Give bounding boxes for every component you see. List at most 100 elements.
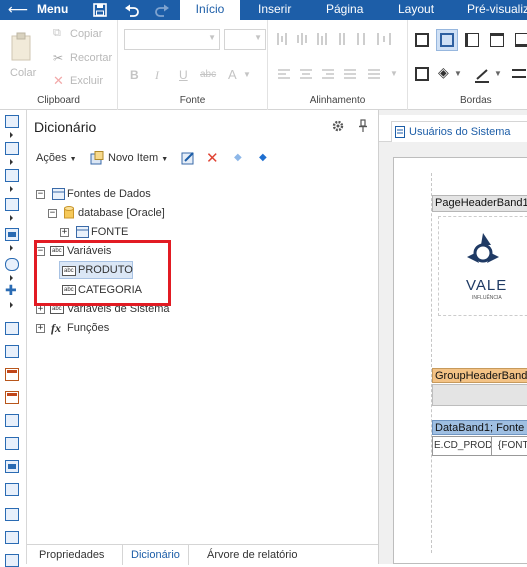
- font-size-select[interactable]: ▼: [224, 29, 266, 50]
- chevron-down-icon[interactable]: ▼: [454, 69, 462, 78]
- tab-inserir[interactable]: Inserir: [258, 0, 291, 20]
- shape-icon[interactable]: [5, 258, 19, 271]
- expand-arrow-icon[interactable]: [10, 302, 13, 308]
- text-component-icon[interactable]: [5, 198, 19, 211]
- font-group-label: Fonte: [179, 95, 206, 106]
- delete-icon[interactable]: ✕: [206, 149, 219, 167]
- expand-arrow-icon[interactable]: [10, 275, 13, 281]
- report-title-icon[interactable]: [5, 368, 19, 381]
- report-summary-icon[interactable]: [5, 391, 19, 404]
- edit-icon[interactable]: [181, 151, 195, 165]
- vertical-align-icons[interactable]: [274, 30, 402, 48]
- tab-report-tree[interactable]: Árvore de relatório: [207, 545, 298, 565]
- font-name-select[interactable]: ▼: [124, 29, 220, 50]
- redo-icon[interactable]: [154, 2, 170, 18]
- tab-layout[interactable]: Layout: [398, 0, 434, 20]
- puzzle-icon[interactable]: ✚: [5, 282, 17, 299]
- barcode-icon[interactable]: [5, 228, 19, 241]
- collapse-toggle-icon[interactable]: −: [48, 209, 57, 218]
- expand-arrow-icon[interactable]: [10, 159, 13, 165]
- dictionary-panel: Dicionário Ações ▼ Novo Item ▼ ✕ ◆ ◆ − F…: [27, 110, 378, 565]
- move-down-icon[interactable]: ◆: [259, 152, 267, 163]
- border-color-icon[interactable]: [474, 67, 490, 83]
- horizontal-align-icons[interactable]: [276, 68, 406, 82]
- alignment-group-label: Alinhamento: [309, 95, 366, 106]
- collapse-toggle-icon[interactable]: −: [36, 190, 45, 199]
- expand-toggle-icon[interactable]: +: [36, 324, 45, 333]
- expand-toggle-icon[interactable]: +: [36, 305, 45, 314]
- expand-arrow-icon[interactable]: [10, 215, 13, 221]
- page-header-icon[interactable]: [5, 414, 19, 427]
- data-cell[interactable]: E.CD_PROD: [434, 440, 492, 451]
- fill-color-icon[interactable]: ◈: [438, 64, 449, 81]
- font-color-icon[interactable]: A: [228, 67, 237, 82]
- group-header-icon[interactable]: [5, 460, 19, 473]
- expand-arrow-icon[interactable]: [10, 245, 13, 251]
- bold-icon[interactable]: B: [130, 68, 139, 82]
- paste-icon[interactable]: [10, 32, 34, 62]
- panel-title: Dicionário: [34, 119, 97, 135]
- band-label: GroupHeaderBand: [435, 370, 527, 382]
- report-page: PageHeaderBand1 VALE INFLUÊNCIA GroupHea…: [393, 157, 527, 564]
- page-icon[interactable]: [5, 322, 19, 335]
- underline-icon[interactable]: U: [179, 68, 188, 82]
- strikethrough-icon[interactable]: abc: [200, 69, 216, 80]
- chevron-down-icon[interactable]: ▼: [243, 70, 251, 79]
- tab-pagina[interactable]: Página: [326, 0, 363, 20]
- cut-button[interactable]: Recortar: [70, 52, 112, 64]
- logo-subtext: INFLUÊNCIA: [472, 295, 502, 301]
- chevron-down-icon[interactable]: ▼: [390, 69, 398, 78]
- band-icon[interactable]: [5, 115, 19, 128]
- tab-pre-visualizar[interactable]: Pré-visualiz: [467, 0, 527, 20]
- table-icon[interactable]: [5, 169, 19, 182]
- page-footer-icon[interactable]: [5, 437, 19, 450]
- logo-image[interactable]: VALE INFLUÊNCIA: [438, 216, 527, 316]
- delete-button[interactable]: Excluir: [70, 75, 103, 87]
- tree-label: database [Oracle]: [78, 207, 165, 219]
- gear-icon[interactable]: [332, 120, 344, 132]
- new-item-button[interactable]: Novo Item ▼: [108, 152, 168, 164]
- expand-toggle-icon[interactable]: +: [60, 228, 69, 237]
- menu-button[interactable]: Menu: [37, 0, 68, 20]
- border-style-icon[interactable]: [512, 67, 526, 81]
- chevron-down-icon[interactable]: ▼: [494, 69, 502, 78]
- expand-arrow-icon[interactable]: [10, 186, 13, 192]
- data-cell[interactable]: {FONT: [498, 440, 527, 451]
- image-icon[interactable]: [5, 531, 19, 544]
- tab-properties[interactable]: Propriedades: [39, 545, 104, 565]
- back-arrow-icon[interactable]: ⟵: [8, 0, 28, 20]
- highlight-box: [34, 240, 171, 306]
- border-top-icon[interactable]: [490, 33, 504, 47]
- clipboard-group: Colar ⧉ Copiar ✂ Recortar ✕ Excluir Clip…: [0, 20, 118, 110]
- border-all-icon[interactable]: [415, 33, 429, 47]
- actions-button[interactable]: Ações ▼: [36, 152, 77, 164]
- data-band-icon[interactable]: [5, 508, 19, 521]
- page-header-band[interactable]: PageHeaderBand1: [432, 195, 527, 212]
- border-left-icon[interactable]: [465, 33, 479, 47]
- border-bottom-icon[interactable]: [515, 33, 527, 47]
- tab-inicio[interactable]: Início: [180, 0, 240, 20]
- tab-label: Usuários do Sistema: [409, 126, 511, 138]
- child-band-icon[interactable]: [5, 554, 19, 567]
- italic-icon[interactable]: I: [155, 68, 159, 83]
- borders-group: ◈ ▼ ▼ Bordas: [408, 20, 527, 110]
- move-up-icon[interactable]: ◆: [234, 152, 242, 163]
- expand-arrow-icon[interactable]: [10, 132, 13, 138]
- undo-icon[interactable]: [124, 2, 140, 18]
- data-band[interactable]: DataBand1; Fonte: [432, 420, 527, 435]
- panel-tabs: Propriedades Dicionário Árvore de relató…: [27, 544, 378, 565]
- tab-dictionary[interactable]: Dicionário: [122, 545, 189, 565]
- border-selected[interactable]: [436, 29, 458, 51]
- border-none-icon[interactable]: [415, 67, 429, 81]
- function-icon: fx: [51, 321, 61, 335]
- tab-usuarios-do-sistema[interactable]: Usuários do Sistema: [391, 121, 527, 142]
- paste-button[interactable]: Colar: [10, 67, 36, 79]
- group-header-band[interactable]: GroupHeaderBand: [432, 368, 527, 383]
- cross-band-icon[interactable]: [5, 142, 19, 155]
- copy-button[interactable]: Copiar: [70, 28, 102, 40]
- save-icon[interactable]: [93, 3, 107, 17]
- group-footer-icon[interactable]: [5, 483, 19, 496]
- pin-icon[interactable]: [358, 119, 368, 133]
- page-lines-icon[interactable]: [5, 345, 19, 358]
- tree-label: FONTE: [91, 226, 129, 238]
